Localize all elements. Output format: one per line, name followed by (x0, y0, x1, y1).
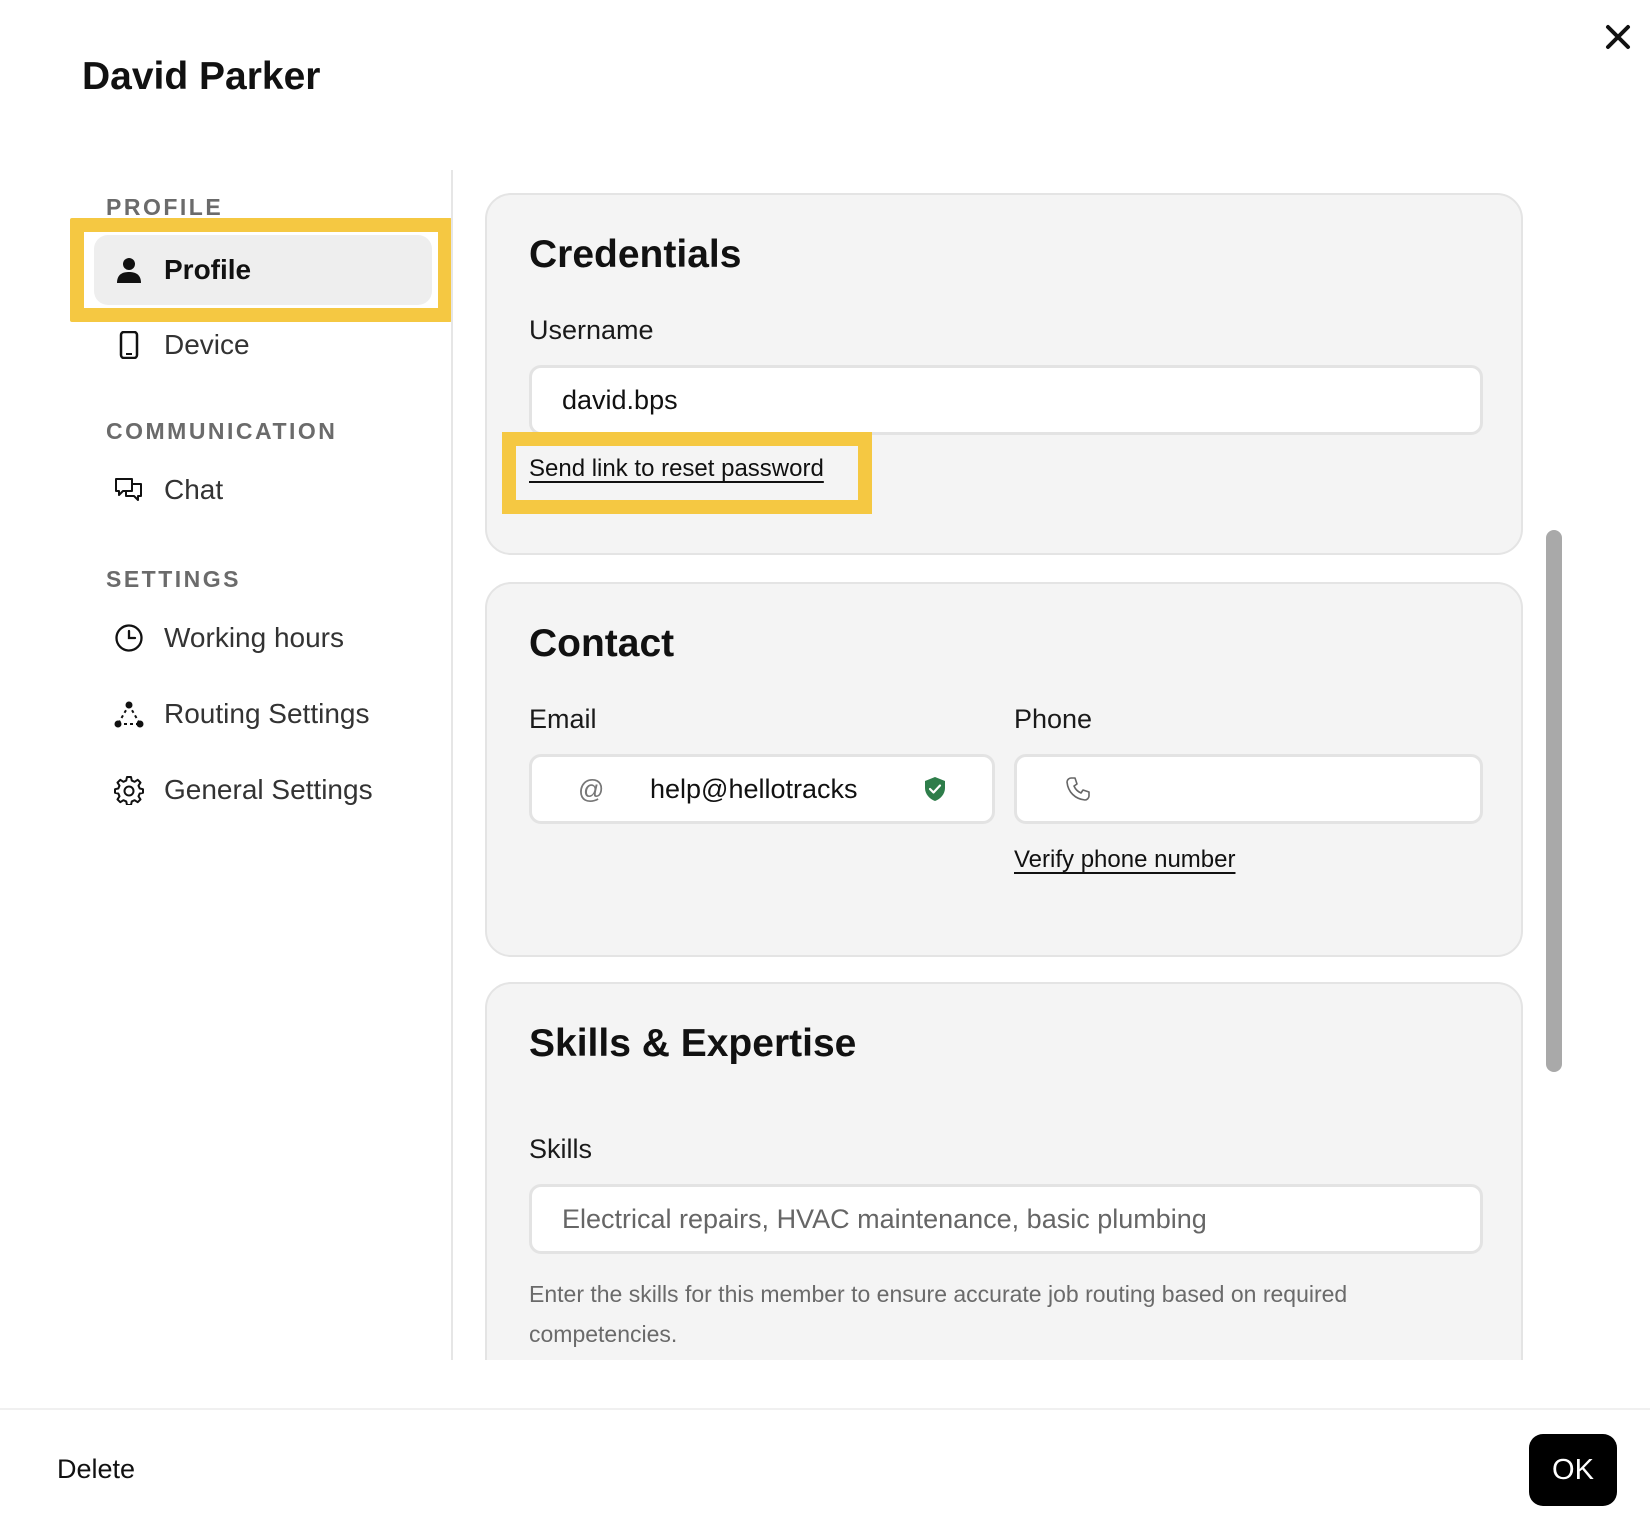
section-label-communication: COMMUNICATION (106, 418, 338, 444)
skills-helper-text: Enter the skills for this member to ensu… (529, 1281, 1348, 1347)
sidebar-item-routing-settings[interactable]: Routing Settings (94, 679, 432, 749)
skills-card: Skills & Expertise Skills Enter the skil… (485, 982, 1523, 1360)
sidebar-item-chat[interactable]: Chat (94, 455, 432, 525)
section-label-profile: PROFILE (106, 194, 224, 220)
phone-icon (1065, 776, 1091, 802)
skills-label: Skills (529, 1134, 593, 1164)
chat-icon (114, 475, 144, 505)
clock-icon (114, 623, 144, 653)
sidebar-item-general-settings[interactable]: General Settings (94, 755, 432, 825)
reset-password-link[interactable]: Send link to reset password (529, 455, 824, 483)
verify-phone-link[interactable]: Verify phone number (1014, 846, 1235, 874)
sidebar-item-working-hours[interactable]: Working hours (94, 603, 432, 673)
ok-button[interactable]: OK (1529, 1434, 1617, 1506)
delete-button[interactable]: Delete (57, 1454, 135, 1485)
email-value: help@hellotracks (650, 773, 858, 804)
at-sign-icon: @ (578, 773, 605, 804)
verified-shield-icon (924, 776, 946, 802)
highlight-frame (70, 218, 452, 322)
username-label: Username (529, 315, 654, 345)
email-label: Email (529, 704, 597, 734)
phone-label: Phone (1014, 704, 1093, 734)
phone-device-icon (114, 330, 144, 360)
main-content: Credentials Username Send link to reset … (470, 170, 1540, 1360)
sidebar-divider (451, 170, 453, 1360)
email-field[interactable]: @ help@hellotracks (529, 754, 995, 824)
sidebar-item-device[interactable]: Device (94, 310, 432, 380)
section-label-settings: SETTINGS (106, 566, 242, 592)
skills-input[interactable] (529, 1184, 1483, 1254)
member-profile-dialog: David Parker PROFILE Profile Device COMM… (0, 0, 1650, 1518)
sidebar-item-label: Routing Settings (164, 698, 370, 729)
sidebar-item-label: Chat (164, 474, 224, 505)
credentials-title: Credentials (529, 233, 742, 276)
close-button[interactable] (1597, 16, 1639, 58)
routing-nodes-icon (114, 699, 144, 729)
skills-title: Skills & Expertise (529, 1022, 857, 1065)
phone-field[interactable] (1014, 754, 1483, 824)
footer-divider (0, 1408, 1650, 1410)
contact-card: Contact Email @ help@hellotracks Phone V… (485, 582, 1523, 957)
close-icon (1606, 25, 1630, 49)
contact-title: Contact (529, 622, 675, 665)
gear-icon (114, 775, 144, 805)
scrollbar-thumb[interactable] (1546, 530, 1562, 1072)
sidebar-item-label: General Settings (164, 774, 373, 805)
credentials-card: Credentials Username Send link to reset … (485, 193, 1523, 555)
username-input[interactable] (529, 365, 1483, 435)
sidebar-item-label: Working hours (164, 622, 345, 653)
page-title: David Parker (82, 55, 321, 98)
sidebar-item-label: Device (164, 329, 250, 360)
sidebar-nav: PROFILE Profile Device COMMUNICATION Cha… (70, 170, 452, 1360)
